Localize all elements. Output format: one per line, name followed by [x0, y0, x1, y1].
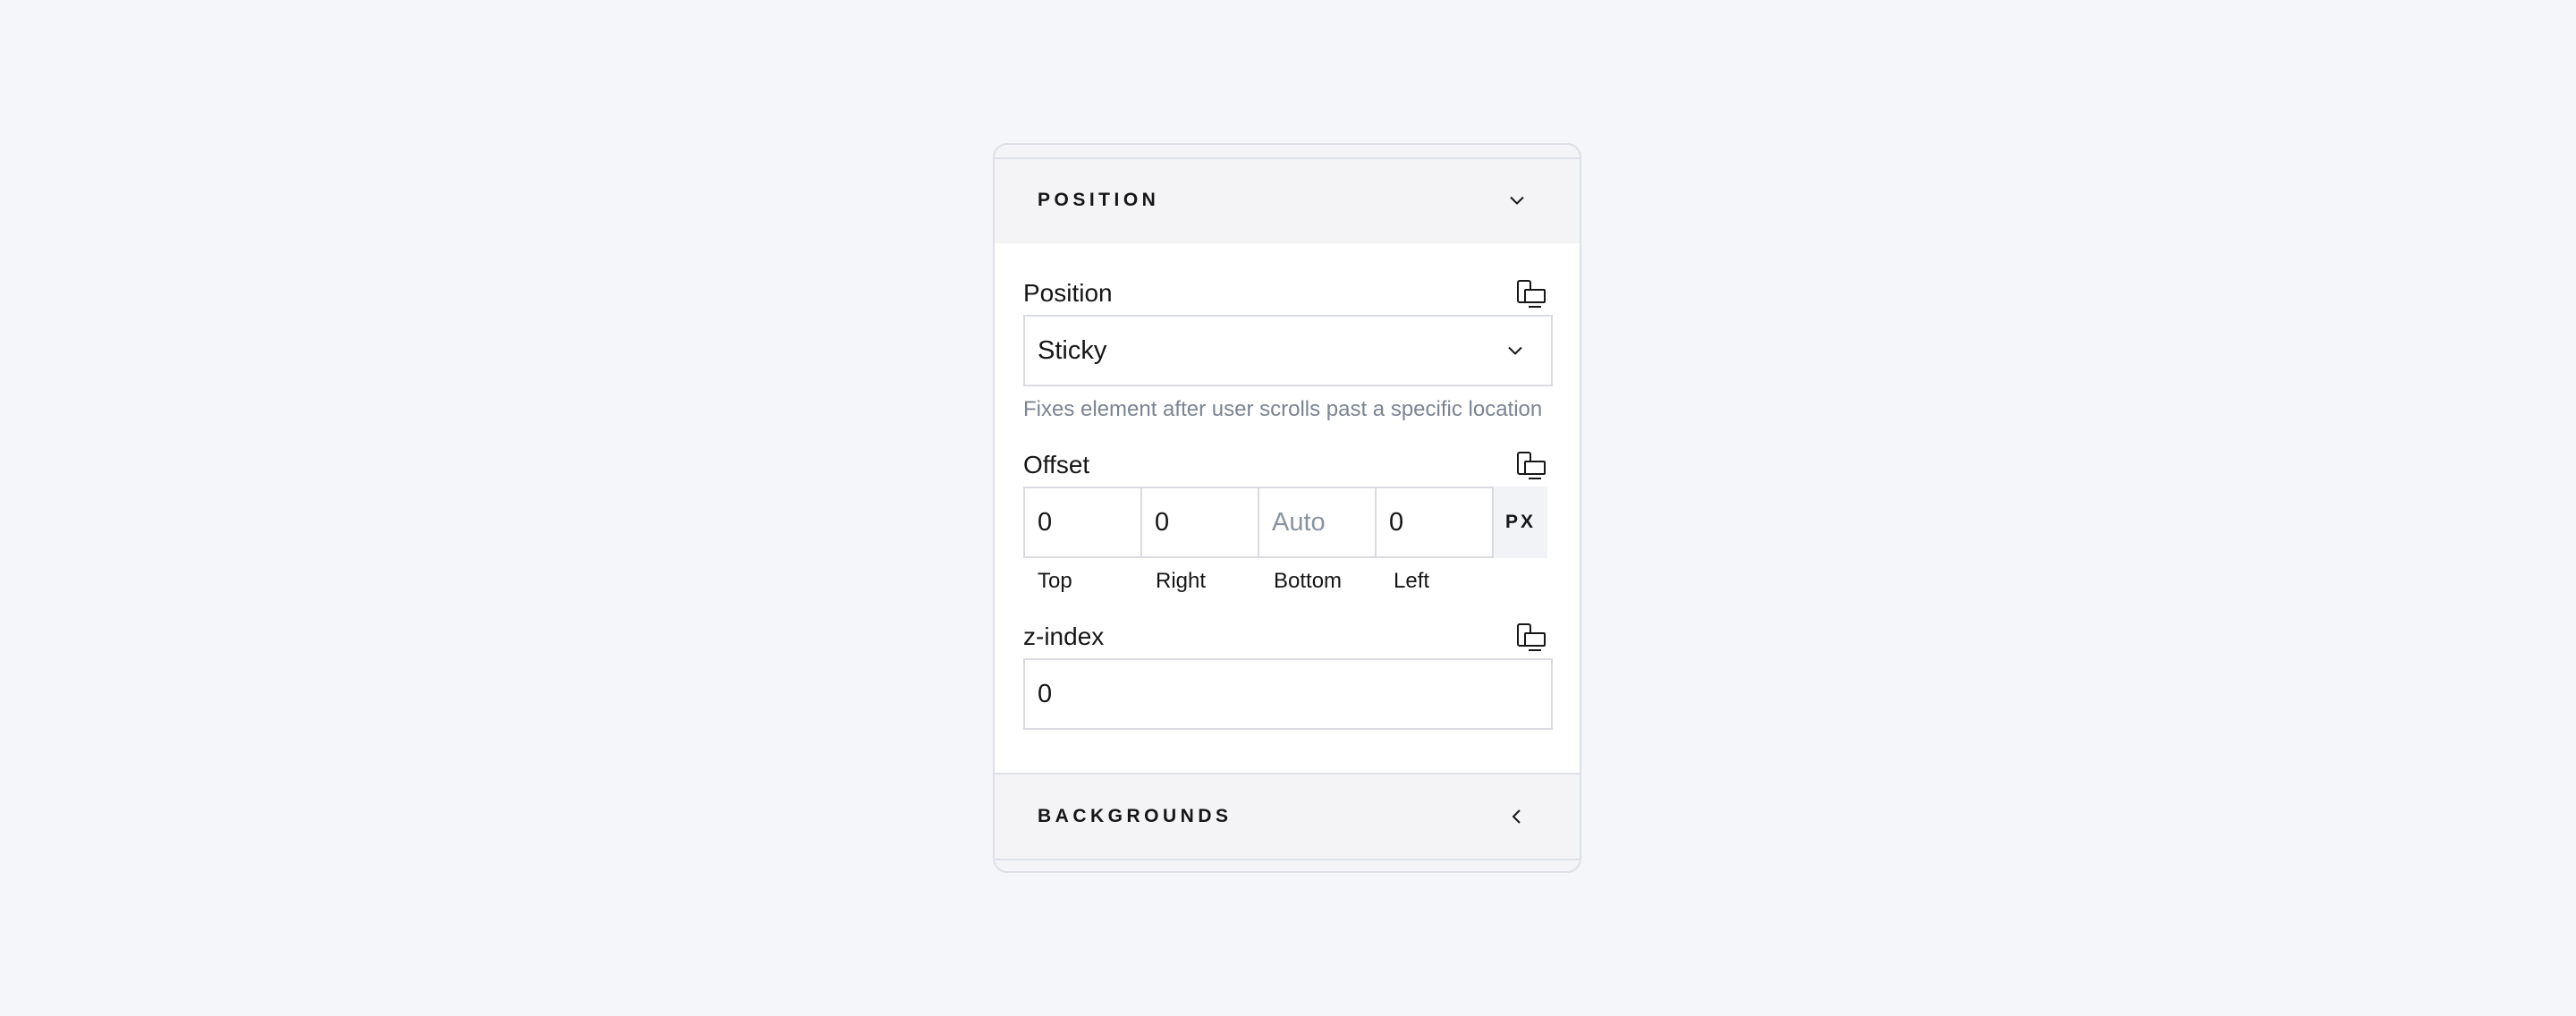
zindex-label: z-index — [1023, 622, 1105, 650]
offset-caption-left: Left — [1394, 569, 1430, 593]
offset-left-input[interactable]: 0 — [1375, 487, 1494, 558]
position-helper-text: Fixes element after user scrolls past a … — [1023, 397, 1543, 421]
offset-caption-top: Top — [1038, 569, 1072, 593]
position-select-value: Sticky — [1038, 335, 1107, 365]
offset-caption-bottom: Bottom — [1274, 569, 1343, 593]
offset-inputs: 0 0 Auto 0 PX — [1023, 487, 1553, 558]
offset-captions: Top Right Bottom Left — [1023, 569, 1506, 596]
position-section-header[interactable]: POSITION — [995, 157, 1580, 241]
responsive-devices-icon[interactable] — [1515, 279, 1547, 309]
section-title: BACKGROUNDS — [1038, 806, 1233, 826]
responsive-devices-icon[interactable] — [1515, 622, 1547, 653]
zindex-input[interactable]: 0 — [1023, 658, 1553, 730]
style-panel: POSITION Position Sticky Fixes element a… — [993, 143, 1581, 873]
chevron-left-icon[interactable] — [1506, 806, 1528, 827]
section-title: POSITION — [1038, 190, 1160, 210]
chevron-down-icon — [1508, 346, 1522, 355]
position-label: Position — [1023, 279, 1113, 307]
offset-caption-right: Right — [1156, 569, 1207, 593]
offset-label: Offset — [1023, 451, 1090, 478]
unit-selector[interactable]: PX — [1494, 487, 1547, 558]
backgrounds-section-header[interactable]: BACKGROUNDS — [995, 773, 1580, 860]
offset-right-input[interactable]: 0 — [1140, 487, 1259, 558]
offset-top-input[interactable]: 0 — [1023, 487, 1142, 558]
position-select[interactable]: Sticky — [1023, 315, 1553, 386]
chevron-down-icon[interactable] — [1506, 190, 1528, 211]
responsive-devices-icon[interactable] — [1515, 451, 1547, 481]
offset-bottom-input[interactable]: Auto — [1258, 487, 1377, 558]
position-section-body: Position Sticky Fixes element after user… — [995, 243, 1580, 773]
